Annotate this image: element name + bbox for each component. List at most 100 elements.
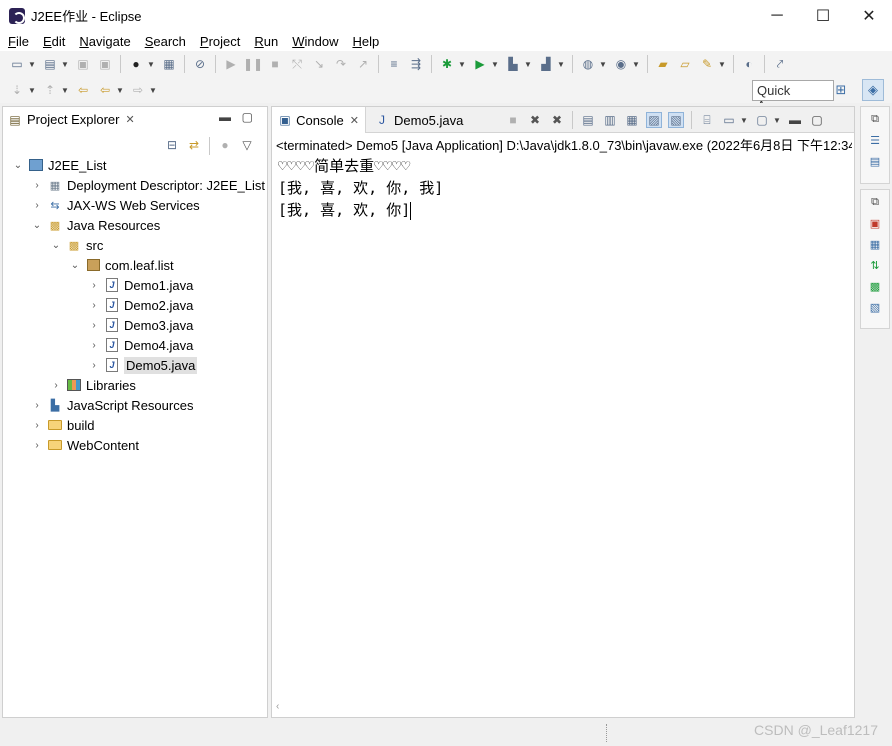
- maximize-button[interactable]: ☐: [800, 0, 846, 31]
- minimize-view-icon[interactable]: ▬: [219, 110, 231, 124]
- disconnect-icon[interactable]: ⤲: [289, 56, 305, 72]
- run-icon[interactable]: ▶: [472, 56, 488, 72]
- chevron-down-icon[interactable]: ▼: [116, 86, 124, 95]
- scroll-lock-icon[interactable]: ▥: [602, 112, 618, 128]
- menu-navigate[interactable]: Navigate: [71, 34, 136, 49]
- terminal-icon[interactable]: ▦: [161, 56, 177, 72]
- chevron-down-icon[interactable]: ▼: [28, 86, 36, 95]
- chevron-down-icon[interactable]: ▼: [61, 60, 69, 69]
- new-java-class-icon[interactable]: ◉: [613, 56, 629, 72]
- menu-help[interactable]: Help: [344, 34, 385, 49]
- user-icon[interactable]: ●: [128, 56, 144, 72]
- open-console-icon[interactable]: ▢: [754, 112, 770, 128]
- back-icon[interactable]: ⇦: [97, 82, 113, 98]
- tree-item[interactable]: › build: [3, 415, 269, 435]
- menu-project[interactable]: Project: [192, 34, 246, 49]
- chevron-down-icon[interactable]: ▼: [524, 60, 532, 69]
- console-output[interactable]: ♡♡♡♡简单去重♡♡♡♡ [我, 喜, 欢, 你, 我] [我, 喜, 欢, 你…: [278, 155, 443, 221]
- terminate-icon[interactable]: ■: [267, 56, 283, 72]
- step-over-icon[interactable]: ↷: [333, 56, 349, 72]
- quick-access-input[interactable]: Quick Access: [752, 80, 834, 113]
- open-task-icon[interactable]: ▱: [677, 56, 693, 72]
- chevron-down-icon[interactable]: ▼: [599, 60, 607, 69]
- minimize-view-icon[interactable]: ▬: [787, 112, 803, 128]
- tree-item[interactable]: › J Demo1.java: [3, 275, 269, 295]
- chevron-down-icon[interactable]: ⌄: [49, 240, 63, 251]
- close-icon[interactable]: ✕: [350, 114, 359, 127]
- save-icon[interactable]: ▣: [75, 56, 91, 72]
- restore-icon[interactable]: ⧉: [866, 193, 884, 211]
- chevron-right-icon[interactable]: ›: [87, 340, 101, 351]
- tree-item[interactable]: › J Demo3.java: [3, 315, 269, 335]
- chevron-down-icon[interactable]: ▼: [458, 60, 466, 69]
- tree-item[interactable]: › J Demo4.java: [3, 335, 269, 355]
- tree-item[interactable]: ⌄ com.leaf.list: [3, 255, 269, 275]
- tree-item[interactable]: › J Demo5.java: [3, 355, 269, 375]
- open-perspective-icon[interactable]: ⊞: [830, 79, 852, 101]
- chevron-down-icon[interactable]: ▼: [632, 60, 640, 69]
- save-all-icon[interactable]: ▣: [97, 56, 113, 72]
- tree-item[interactable]: ⌄ ▩ Java Resources: [3, 215, 269, 235]
- debug-icon[interactable]: ✱: [439, 56, 455, 72]
- tree-item[interactable]: › Libraries: [3, 375, 269, 395]
- chevron-right-icon[interactable]: ›: [87, 280, 101, 291]
- collapse-all-icon[interactable]: ⊟: [164, 137, 180, 153]
- pin-icon[interactable]: ⤤: [772, 56, 788, 72]
- chevron-right-icon[interactable]: ›: [30, 420, 44, 431]
- tree-item[interactable]: › ▙ JavaScript Resources: [3, 395, 269, 415]
- external-tools-icon[interactable]: ▟: [538, 56, 554, 72]
- console-tab[interactable]: ▣ Console ✕: [272, 107, 366, 133]
- terminate-icon[interactable]: ■: [505, 112, 521, 128]
- tree-item[interactable]: › WebContent: [3, 435, 269, 455]
- chevron-right-icon[interactable]: ›: [30, 400, 44, 411]
- new-icon[interactable]: ▭: [9, 56, 25, 72]
- search-icon[interactable]: ✎: [699, 56, 715, 72]
- show-console-stderr-icon[interactable]: ▧: [668, 112, 684, 128]
- servers-icon[interactable]: ⇅: [866, 256, 884, 274]
- menu-search[interactable]: Search: [137, 34, 192, 49]
- pin-console-icon[interactable]: ⌸: [699, 112, 715, 128]
- last-edit-location-icon[interactable]: ⇦: [75, 82, 91, 98]
- forward-icon[interactable]: ⇨: [130, 82, 146, 98]
- skip-breakpoints-icon[interactable]: ⊘: [192, 56, 208, 72]
- close-button[interactable]: ✕: [846, 0, 892, 31]
- maximize-view-icon[interactable]: ▢: [242, 110, 253, 124]
- coverage-icon[interactable]: ▙: [505, 56, 521, 72]
- clear-console-icon[interactable]: ▤: [580, 112, 596, 128]
- tree-item[interactable]: ⌄ J2EE_List: [3, 155, 269, 175]
- properties-icon[interactable]: ▦: [866, 235, 884, 253]
- chevron-down-icon[interactable]: ▼: [28, 60, 36, 69]
- link-with-editor-icon[interactable]: ⇄: [186, 137, 202, 153]
- remove-launch-icon[interactable]: ✖: [527, 112, 543, 128]
- markers-icon[interactable]: ▣: [866, 214, 884, 232]
- chevron-down-icon[interactable]: ▼: [147, 60, 155, 69]
- view-menu-icon[interactable]: ▽: [239, 137, 255, 153]
- data-source-explorer-icon[interactable]: ▩: [866, 277, 884, 295]
- open-type-icon[interactable]: ▰: [655, 56, 671, 72]
- menu-run[interactable]: Run: [246, 34, 284, 49]
- close-icon[interactable]: ✕: [125, 113, 134, 126]
- horizontal-scrollbar[interactable]: ‹: [276, 701, 836, 715]
- chevron-down-icon[interactable]: ⌄: [68, 260, 82, 271]
- resume-icon[interactable]: ▶: [223, 56, 239, 72]
- focus-on-workset-icon[interactable]: ●: [217, 137, 233, 153]
- globe-icon[interactable]: ◐: [741, 56, 757, 72]
- vertical-scrollbar[interactable]: [838, 155, 852, 701]
- menu-edit[interactable]: Edit: [35, 34, 71, 49]
- chevron-right-icon[interactable]: ›: [30, 180, 44, 191]
- chevron-right-icon[interactable]: ›: [87, 360, 101, 371]
- mark-occurrences-icon[interactable]: ⇶: [408, 56, 424, 72]
- next-annotation-icon[interactable]: ⇣: [9, 82, 25, 98]
- menu-window[interactable]: Window: [284, 34, 344, 49]
- chevron-right-icon[interactable]: ›: [30, 440, 44, 451]
- chevron-down-icon[interactable]: ▼: [773, 116, 781, 125]
- maximize-view-icon[interactable]: ▢: [809, 112, 825, 128]
- word-wrap-icon[interactable]: ▦: [624, 112, 640, 128]
- chevron-down-icon[interactable]: ▼: [718, 60, 726, 69]
- new-server-icon[interactable]: ◍: [580, 56, 596, 72]
- chevron-right-icon[interactable]: ›: [87, 320, 101, 331]
- java-ee-perspective-icon[interactable]: ◈: [862, 79, 884, 101]
- tree-item[interactable]: › ▦ Deployment Descriptor: J2EE_List: [3, 175, 269, 195]
- previous-annotation-icon[interactable]: ⇡: [42, 82, 58, 98]
- menu-file[interactable]: File: [0, 34, 35, 49]
